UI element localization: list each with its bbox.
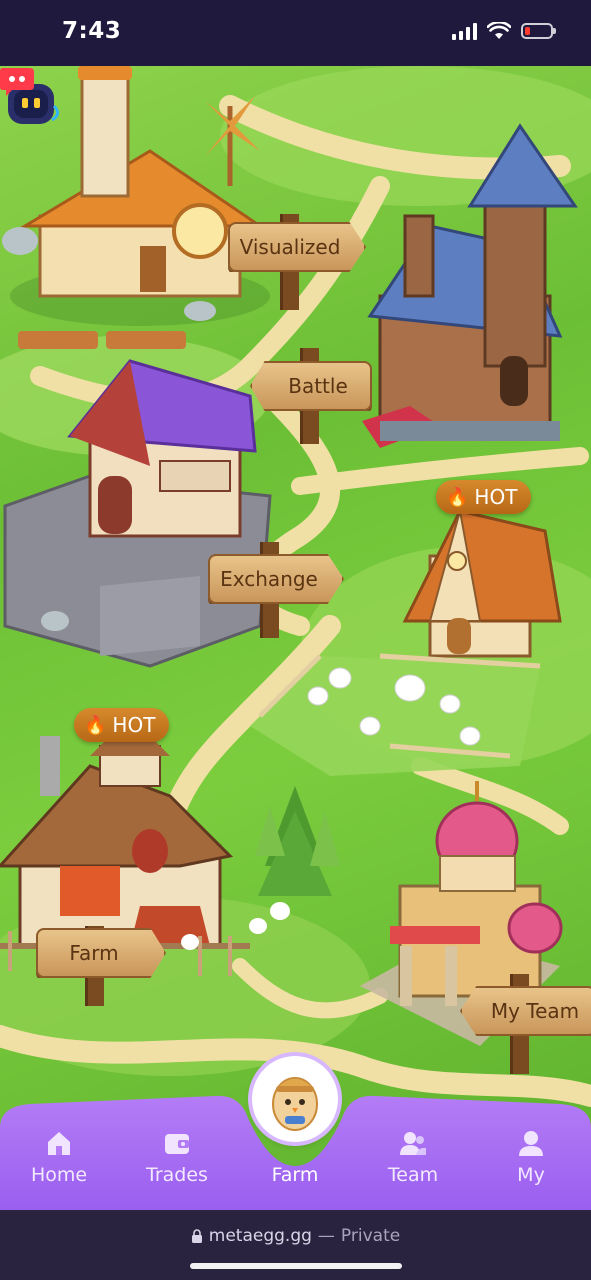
url-separator: — [317,1226,335,1246]
nav-farm-label: Farm [271,1164,319,1186]
url-text: metaegg.gg [208,1226,312,1246]
home-icon [48,1132,70,1155]
flame-icon: 🔥 [84,714,107,736]
visualized-sign[interactable]: Visualized [228,222,366,272]
nav-my-label: My [517,1164,545,1186]
nav-team-label: Team [387,1164,439,1186]
pine-trees [255,786,340,896]
nav-trades-label: Trades [146,1164,208,1186]
nav-home-label: Home [30,1164,88,1186]
status-time: 7:43 [62,18,122,44]
hot-badge-farm[interactable]: 🔥 HOT [74,708,170,742]
exchange-sign[interactable]: Exchange [208,554,344,604]
lock-icon [191,1229,202,1243]
browser-bar: metaegg.gg — Private [0,1210,591,1280]
profile-icon [519,1131,543,1156]
bottom-nav: Home Trades Farm Team My [0,1056,591,1210]
nav-farm[interactable]: Farm [250,1128,340,1198]
nav-team[interactable]: Team [368,1128,458,1198]
team-icon [400,1132,426,1155]
status-icons [452,22,556,40]
hot-badge-label: HOT [112,713,156,737]
browsing-mode: Private [340,1226,401,1246]
farm-sign[interactable]: Farm [36,928,166,978]
battery-low-icon [521,23,556,39]
hot-badge-label: HOT [474,485,518,509]
cellular-signal-icon [452,22,477,40]
flame-icon: 🔥 [446,486,469,508]
battle-sign[interactable]: Battle [250,361,372,411]
home-indicator[interactable] [190,1263,402,1269]
my-team-sign[interactable]: My Team [460,986,591,1036]
nav-my[interactable]: My [486,1128,576,1198]
nav-trades[interactable]: Trades [132,1128,222,1198]
url-display[interactable]: metaegg.gg — Private [0,1226,591,1246]
game-map[interactable]: Visualized Battle Exchange Farm My Team … [0,66,591,1166]
robot-chat-icon[interactable] [0,66,64,130]
wallet-icon [165,1134,189,1154]
wifi-icon [487,22,511,39]
nav-home[interactable]: Home [14,1128,104,1198]
hot-badge-chicken-farm[interactable]: 🔥 HOT [436,480,532,514]
status-bar: 7:43 [0,0,591,66]
